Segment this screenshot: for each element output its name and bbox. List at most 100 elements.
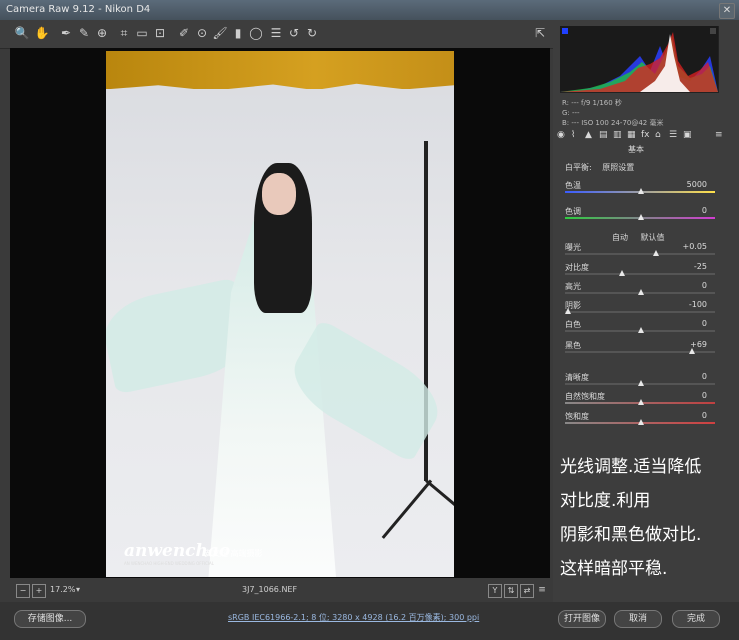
color-sampler-icon[interactable]: ✎ bbox=[76, 25, 92, 41]
open-image-button[interactable]: 打开图像 bbox=[558, 610, 606, 628]
slider-value[interactable]: 0 bbox=[702, 281, 707, 290]
crop-icon[interactable]: ⌗ bbox=[116, 25, 132, 41]
slider-row: 黑色 +69 bbox=[565, 340, 715, 360]
straighten-icon[interactable]: ▭ bbox=[134, 25, 150, 41]
slider-label: 自然饱和度 bbox=[565, 392, 605, 401]
slider-value[interactable]: -100 bbox=[689, 300, 707, 309]
tab-snapshots-icon[interactable]: ▣ bbox=[683, 130, 692, 140]
photo-preview: anwenchao 安文超 高端摄影 AN WENCHAO HIGH-END W… bbox=[106, 51, 454, 577]
red-eye-icon[interactable]: ⊙ bbox=[194, 25, 210, 41]
slider-track[interactable] bbox=[565, 273, 715, 275]
slider-thumb[interactable] bbox=[689, 348, 695, 354]
slider-label: 饱和度 bbox=[565, 412, 589, 421]
slider-row: 清晰度 0 bbox=[565, 372, 715, 392]
transform-icon[interactable]: ⊡ bbox=[152, 25, 168, 41]
slider-row: 曝光 +0.05 bbox=[565, 242, 715, 262]
tab-hsl-icon[interactable]: ▤ bbox=[599, 130, 608, 140]
swap-icon[interactable]: ⇅ bbox=[504, 584, 518, 598]
annotation-line: 阴影和黑色做对比. bbox=[560, 525, 702, 545]
adjustment-brush-icon[interactable]: 🖌 bbox=[212, 25, 228, 41]
chevron-down-icon[interactable]: ▾ bbox=[76, 580, 80, 600]
slider-track[interactable] bbox=[565, 311, 715, 313]
done-button[interactable]: 完成 bbox=[672, 610, 720, 628]
slider-thumb[interactable] bbox=[638, 214, 644, 220]
save-image-button[interactable]: 存储图像... bbox=[14, 610, 86, 628]
panel-tabs: ◉ ⌇ ▲ ▤ ▥ ▦ fx ⌂ ☰ ▣ ≡ bbox=[557, 130, 727, 142]
slider-value[interactable]: 0 bbox=[702, 391, 707, 400]
cancel-button[interactable]: 取消 bbox=[614, 610, 662, 628]
graduated-filter-icon[interactable]: ▮ bbox=[230, 25, 246, 41]
watermark-subtitle: 安文超 高端摄影 bbox=[204, 549, 263, 558]
white-balance-icon[interactable]: ✒ bbox=[58, 25, 74, 41]
preview-preferences-icon[interactable]: ≡ bbox=[536, 584, 548, 596]
slider-thumb[interactable] bbox=[565, 308, 571, 314]
y-compare-icon[interactable]: Y bbox=[488, 584, 502, 598]
white-balance-select[interactable]: 原照设置 bbox=[602, 163, 634, 172]
slider-label: 曝光 bbox=[565, 243, 581, 252]
slider-label: 黑色 bbox=[565, 341, 581, 350]
slider-thumb[interactable] bbox=[619, 270, 625, 276]
white-balance-row: 白平衡: 原照设置 bbox=[565, 162, 634, 173]
tab-lens-icon[interactable]: ▦ bbox=[627, 130, 636, 140]
zoom-level[interactable]: 17.2% bbox=[50, 580, 75, 600]
radial-filter-icon[interactable]: ◯ bbox=[248, 25, 264, 41]
hand-icon[interactable]: ✋ bbox=[34, 25, 50, 41]
copy-settings-icon[interactable]: ⇄ bbox=[520, 584, 534, 598]
rotate-cw-icon[interactable]: ↻ bbox=[304, 25, 320, 41]
light-stand-leg bbox=[425, 479, 454, 508]
shadow-clipping-indicator bbox=[562, 28, 568, 34]
slider-value[interactable]: 0 bbox=[702, 372, 707, 381]
spot-removal-icon[interactable]: ✐ bbox=[176, 25, 192, 41]
annotation-line: 对比度.利用 bbox=[560, 491, 651, 511]
slider-thumb[interactable] bbox=[638, 327, 644, 333]
camera-info-row: G: --- bbox=[562, 109, 580, 117]
auto-link[interactable]: 自动 bbox=[612, 233, 628, 242]
slider-thumb[interactable] bbox=[638, 188, 644, 194]
tab-detail-icon[interactable]: ▲ bbox=[585, 130, 592, 140]
slider-row: 饱和度 0 bbox=[565, 411, 715, 431]
close-icon[interactable]: ✕ bbox=[719, 3, 735, 19]
image-canvas[interactable]: anwenchao 安文超 高端摄影 AN WENCHAO HIGH-END W… bbox=[10, 48, 550, 578]
filename: 3J7_1066.NEF bbox=[242, 585, 298, 594]
targeted-adjust-icon[interactable]: ⊕ bbox=[94, 25, 110, 41]
camera-info: R: --- f/9 1/160 秒 G: --- B: --- ISO 100… bbox=[562, 98, 664, 128]
tab-camera-calibration-icon[interactable]: ⌂ bbox=[655, 130, 661, 140]
panel-menu-icon[interactable]: ≡ bbox=[715, 130, 723, 140]
slider-thumb[interactable] bbox=[638, 380, 644, 386]
slider-row: 白色 0 bbox=[565, 319, 715, 339]
slider-row: 高光 0 bbox=[565, 281, 715, 301]
slider-value[interactable]: 5000 bbox=[687, 180, 707, 189]
slider-value[interactable]: 0 bbox=[702, 206, 707, 215]
zoom-out-icon[interactable]: − bbox=[16, 584, 30, 598]
slider-label: 对比度 bbox=[565, 263, 589, 272]
slider-value[interactable]: +0.05 bbox=[682, 242, 707, 251]
open-in-photoshop-icon[interactable]: ⇱ bbox=[532, 25, 548, 41]
tab-split-toning-icon[interactable]: ▥ bbox=[613, 130, 622, 140]
slider-value[interactable]: 0 bbox=[702, 411, 707, 420]
tab-basic-icon[interactable]: ◉ bbox=[557, 130, 565, 140]
slider-thumb[interactable] bbox=[638, 289, 644, 295]
tab-effects-icon[interactable]: fx bbox=[641, 130, 650, 140]
rotate-ccw-icon[interactable]: ↺ bbox=[286, 25, 302, 41]
tab-presets-icon[interactable]: ☰ bbox=[669, 130, 677, 140]
window-title: Camera Raw 9.12 - Nikon D4 bbox=[6, 4, 151, 15]
slider-value[interactable]: 0 bbox=[702, 319, 707, 328]
slider-label: 清晰度 bbox=[565, 373, 589, 382]
light-stand-leg bbox=[381, 479, 433, 539]
highlight-clipping-indicator bbox=[710, 28, 716, 34]
slider-row: 自然饱和度 0 bbox=[565, 391, 715, 411]
zoom-icon[interactable]: 🔍 bbox=[14, 25, 30, 41]
zoom-in-icon[interactable]: + bbox=[32, 584, 46, 598]
default-link[interactable]: 默认值 bbox=[641, 233, 665, 242]
slider-value[interactable]: -25 bbox=[694, 262, 707, 271]
slider-track[interactable] bbox=[565, 253, 715, 255]
slider-row: 色调 0 bbox=[565, 206, 715, 226]
title-bar: Camera Raw 9.12 - Nikon D4 ✕ bbox=[0, 0, 739, 20]
slider-thumb[interactable] bbox=[653, 250, 659, 256]
slider-thumb[interactable] bbox=[638, 419, 644, 425]
slider-thumb[interactable] bbox=[638, 399, 644, 405]
slider-label: 白色 bbox=[565, 320, 581, 329]
tab-tone-curve-icon[interactable]: ⌇ bbox=[571, 130, 575, 140]
preferences-icon[interactable]: ☰ bbox=[268, 25, 284, 41]
workflow-options-link[interactable]: sRGB IEC61966-2.1; 8 位; 3280 x 4928 (16.… bbox=[228, 612, 479, 623]
